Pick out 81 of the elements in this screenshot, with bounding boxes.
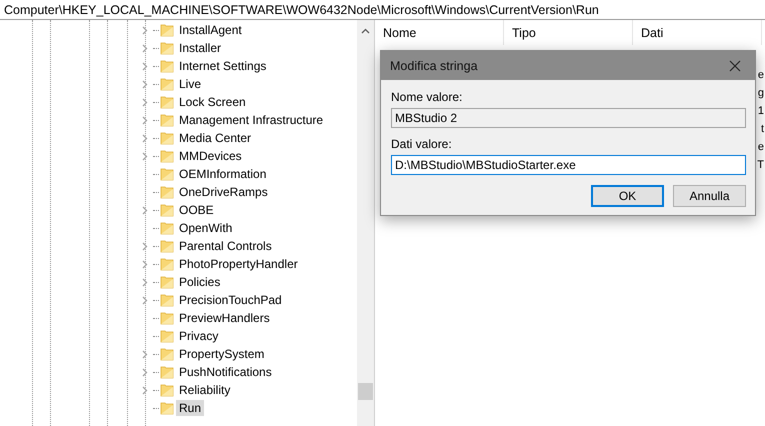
- tree-item[interactable]: Policies: [176, 274, 224, 290]
- chevron-right-icon[interactable]: [142, 278, 148, 286]
- folder-icon: [160, 383, 174, 397]
- chevron-right-icon[interactable]: [142, 350, 148, 358]
- tree-item[interactable]: Management Infrastructure: [176, 112, 326, 128]
- folder-icon: [160, 77, 174, 91]
- chevron-right-icon[interactable]: [142, 44, 148, 52]
- folder-icon: [160, 239, 174, 253]
- tree-item[interactable]: Lock Screen: [176, 94, 249, 110]
- folder-icon: [160, 149, 174, 163]
- chevron-right-icon[interactable]: [142, 206, 148, 214]
- value-name-field[interactable]: MBStudio 2: [391, 108, 746, 128]
- chevron-right-icon[interactable]: [142, 116, 148, 124]
- folder-icon: [160, 167, 174, 181]
- value-data-text: g: [758, 86, 764, 101]
- folder-icon: [160, 185, 174, 199]
- folder-icon: [160, 365, 174, 379]
- folder-icon: [160, 257, 174, 271]
- chevron-right-icon[interactable]: [142, 152, 148, 160]
- folder-icon: [160, 203, 174, 217]
- address-bar[interactable]: Computer\HKEY_LOCAL_MACHINE\SOFTWARE\WOW6432Node\Microsoft\Windows\CurrentVersion\Run: [0, 0, 765, 20]
- folder-icon: [160, 347, 174, 361]
- folder-icon: [160, 41, 174, 55]
- chevron-right-icon[interactable]: [142, 368, 148, 376]
- tree-item[interactable]: PushNotifications: [176, 364, 275, 380]
- tree-item[interactable]: Reliability: [176, 382, 234, 398]
- tree-item[interactable]: InstallAgent: [176, 22, 245, 38]
- tree-item[interactable]: PreviewHandlers: [176, 310, 273, 326]
- dialog-title: Modifica stringa: [390, 58, 478, 72]
- chevron-right-icon[interactable]: [142, 242, 148, 250]
- value-data-text: t: [760, 122, 764, 137]
- column-header[interactable]: Tipo: [504, 20, 633, 45]
- tree-item[interactable]: PrecisionTouchPad: [176, 292, 285, 308]
- folder-icon: [160, 59, 174, 73]
- folder-icon: [160, 131, 174, 145]
- folder-icon: [160, 23, 174, 37]
- value-data-text: T: [757, 158, 764, 173]
- field-label: Nome valore:: [391, 90, 464, 104]
- tree-item[interactable]: Installer: [176, 40, 224, 56]
- tree-item[interactable]: Media Center: [176, 130, 254, 146]
- tree-item[interactable]: Internet Settings: [176, 58, 270, 74]
- folder-icon: [160, 221, 174, 235]
- tree-item[interactable]: OpenWith: [176, 220, 236, 236]
- folder-icon: [160, 329, 174, 343]
- value-data-text: 1: [758, 104, 764, 119]
- close-icon: [729, 60, 741, 72]
- dialog-button[interactable]: OK: [591, 185, 664, 207]
- folder-icon: [160, 95, 174, 109]
- field-label: Dati valore:: [391, 137, 453, 151]
- value-data-field[interactable]: D:\MBStudio\MBStudioStarter.exe: [391, 155, 746, 175]
- tree-item[interactable]: OneDriveRamps: [176, 184, 271, 200]
- folder-icon: [160, 293, 174, 307]
- tree-item[interactable]: Parental Controls: [176, 238, 275, 254]
- chevron-right-icon[interactable]: [142, 260, 148, 268]
- dialog-button[interactable]: Annulla: [673, 185, 746, 207]
- column-header[interactable]: Nome: [375, 20, 504, 45]
- chevron-right-icon[interactable]: [142, 296, 148, 304]
- tree-item[interactable]: OEMInformation: [176, 166, 270, 182]
- chevron-right-icon[interactable]: [142, 386, 148, 394]
- chevron-right-icon[interactable]: [142, 80, 148, 88]
- scroll-up-icon[interactable]: [361, 28, 370, 34]
- chevron-right-icon[interactable]: [142, 134, 148, 142]
- tree-item[interactable]: Run: [176, 400, 204, 416]
- scroll-thumb[interactable]: [358, 383, 373, 400]
- value-data-text: e: [758, 140, 764, 155]
- folder-icon: [160, 311, 174, 325]
- chevron-right-icon[interactable]: [142, 26, 148, 34]
- scrollbar[interactable]: [357, 20, 375, 426]
- tree-item[interactable]: PhotoPropertyHandler: [176, 256, 301, 272]
- folder-icon: [160, 113, 174, 127]
- tree-item[interactable]: OOBE: [176, 202, 217, 218]
- folder-icon: [160, 275, 174, 289]
- tree-item[interactable]: Privacy: [176, 328, 222, 344]
- tree-item[interactable]: MMDevices: [176, 148, 245, 164]
- chevron-right-icon[interactable]: [142, 98, 148, 106]
- chevron-right-icon[interactable]: [142, 62, 148, 70]
- value-data-text: e: [758, 68, 764, 83]
- column-header[interactable]: Dati: [633, 20, 762, 45]
- tree-item[interactable]: Live: [176, 76, 204, 92]
- folder-icon: [160, 401, 174, 415]
- tree-item[interactable]: PropertySystem: [176, 346, 268, 362]
